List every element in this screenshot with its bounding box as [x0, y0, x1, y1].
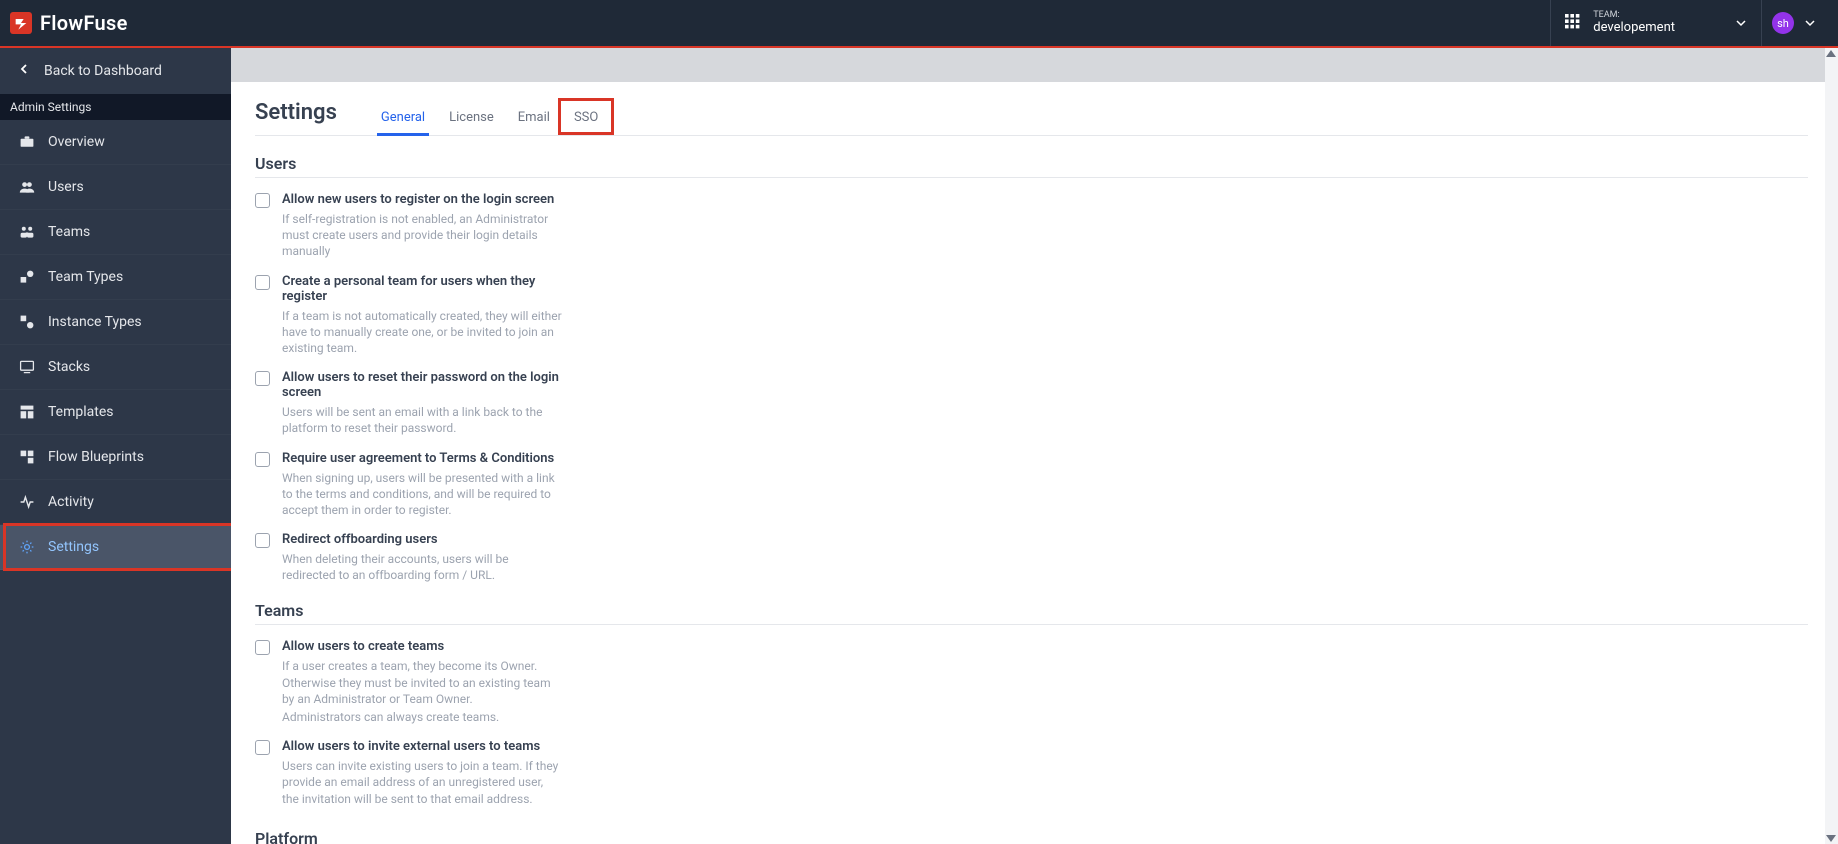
option-title: Require user agreement to Terms & Condit… — [282, 451, 562, 466]
sidebar-item-instance-types[interactable]: Instance Types — [0, 300, 231, 345]
sidebar-item-teams[interactable]: Teams — [0, 210, 231, 255]
top-bar — [231, 48, 1838, 82]
team-icon — [18, 224, 36, 240]
user-menu[interactable]: sh — [1761, 0, 1826, 46]
tabs: General License Email SSO — [369, 100, 610, 135]
option-reset-password: Allow users to reset their password on t… — [255, 370, 1808, 436]
logo-icon — [10, 12, 32, 34]
settings-header-row: Settings General License Email SSO — [255, 100, 1808, 136]
sidebar-item-label: Team Types — [48, 269, 123, 285]
sidebar: Back to Dashboard Admin Settings Overvie… — [0, 48, 231, 844]
header-right: TEAM: developement sh — [1550, 0, 1826, 46]
sidebar-item-label: Settings — [48, 539, 99, 555]
option-desc: Users will be sent an email with a link … — [282, 404, 562, 436]
main-content: Settings General License Email SSO Users… — [231, 48, 1838, 844]
checkbox[interactable] — [255, 452, 270, 467]
chevron-left-icon — [18, 63, 30, 79]
page-title: Settings — [255, 100, 337, 135]
checkbox[interactable] — [255, 193, 270, 208]
option-title: Allow users to invite external users to … — [282, 739, 562, 754]
option-title: Redirect offboarding users — [282, 532, 562, 547]
sidebar-item-activity[interactable]: Activity — [0, 480, 231, 525]
option-desc: When deleting their accounts, users will… — [282, 551, 562, 583]
back-label: Back to Dashboard — [44, 63, 162, 79]
option-create-teams: Allow users to create teams If a user cr… — [255, 639, 1808, 725]
checkbox[interactable] — [255, 740, 270, 755]
sidebar-item-label: Flow Blueprints — [48, 449, 144, 465]
avatar: sh — [1772, 12, 1794, 34]
option-personal-team: Create a personal team for users when th… — [255, 274, 1808, 357]
monitor-icon — [18, 359, 36, 375]
sidebar-item-overview[interactable]: Overview — [0, 120, 231, 165]
logo[interactable]: FlowFuse — [10, 11, 128, 35]
tab-license[interactable]: License — [437, 100, 506, 135]
sidebar-item-label: Activity — [48, 494, 94, 510]
option-invite-external: Allow users to invite external users to … — [255, 739, 1808, 807]
option-desc: If a user creates a team, they become it… — [282, 658, 562, 707]
checkbox[interactable] — [255, 275, 270, 290]
sidebar-item-label: Templates — [48, 404, 114, 420]
sidebar-item-stacks[interactable]: Stacks — [0, 345, 231, 390]
checkbox[interactable] — [255, 533, 270, 548]
sidebar-item-label: Overview — [48, 134, 105, 150]
sidebar-item-flow-blueprints[interactable]: Flow Blueprints — [0, 435, 231, 480]
section-teams-title: Teams — [255, 601, 1808, 625]
team-text: TEAM: developement — [1593, 11, 1675, 35]
option-title: Create a personal team for users when th… — [282, 274, 562, 304]
section-platform-title: Platform — [255, 829, 1808, 844]
option-desc: When signing up, users will be presented… — [282, 470, 562, 519]
blueprint-icon — [18, 449, 36, 465]
sidebar-item-team-types[interactable]: Team Types — [0, 255, 231, 300]
activity-icon — [18, 494, 36, 510]
tab-general[interactable]: General — [369, 100, 437, 135]
sidebar-section-title: Admin Settings — [0, 94, 231, 120]
users-icon — [18, 179, 36, 195]
section-users-title: Users — [255, 154, 1808, 178]
sidebar-item-label: Stacks — [48, 359, 90, 375]
sidebar-item-templates[interactable]: Templates — [0, 390, 231, 435]
chevron-down-icon — [1735, 14, 1747, 33]
content-scroll: Settings General License Email SSO Users… — [231, 82, 1838, 844]
scroll-down-icon — [1826, 835, 1836, 842]
shapes-icon — [18, 269, 36, 285]
gear-icon — [18, 539, 36, 555]
option-allow-register: Allow new users to register on the login… — [255, 192, 1808, 260]
option-desc: Administrators can always create teams. — [282, 709, 562, 725]
option-desc: If a team is not automatically created, … — [282, 308, 562, 357]
option-terms: Require user agreement to Terms & Condit… — [255, 451, 1808, 519]
checkbox[interactable] — [255, 371, 270, 386]
team-name: developement — [1593, 21, 1675, 35]
option-title: Allow new users to register on the login… — [282, 192, 562, 207]
body: Back to Dashboard Admin Settings Overvie… — [0, 48, 1838, 844]
checkbox[interactable] — [255, 640, 270, 655]
sidebar-item-users[interactable]: Users — [0, 165, 231, 210]
tab-email[interactable]: Email — [506, 100, 562, 135]
option-title: Allow users to reset their password on t… — [282, 370, 562, 400]
template-icon — [18, 404, 36, 420]
sidebar-item-label: Users — [48, 179, 84, 195]
option-offboarding: Redirect offboarding users When deleting… — [255, 532, 1808, 583]
scroll-up-icon — [1826, 50, 1836, 57]
sidebar-item-label: Teams — [48, 224, 90, 240]
briefcase-icon — [18, 134, 36, 150]
back-to-dashboard[interactable]: Back to Dashboard — [0, 48, 231, 94]
top-header: FlowFuse TEAM: developement sh — [0, 0, 1838, 48]
logo-text: FlowFuse — [40, 11, 128, 35]
instance-icon — [18, 314, 36, 330]
sidebar-item-label: Instance Types — [48, 314, 142, 330]
sidebar-item-settings[interactable]: Settings — [0, 525, 231, 570]
option-desc: If self-registration is not enabled, an … — [282, 211, 562, 260]
scrollbar-track[interactable] — [1825, 48, 1838, 844]
app-root: FlowFuse TEAM: developement sh — [0, 0, 1838, 844]
team-grid-icon — [1565, 14, 1583, 32]
tab-sso[interactable]: SSO — [562, 100, 610, 135]
option-title: Allow users to create teams — [282, 639, 562, 654]
option-desc: Users can invite existing users to join … — [282, 758, 562, 807]
chevron-down-icon — [1804, 14, 1816, 33]
team-selector[interactable]: TEAM: developement — [1550, 0, 1761, 46]
